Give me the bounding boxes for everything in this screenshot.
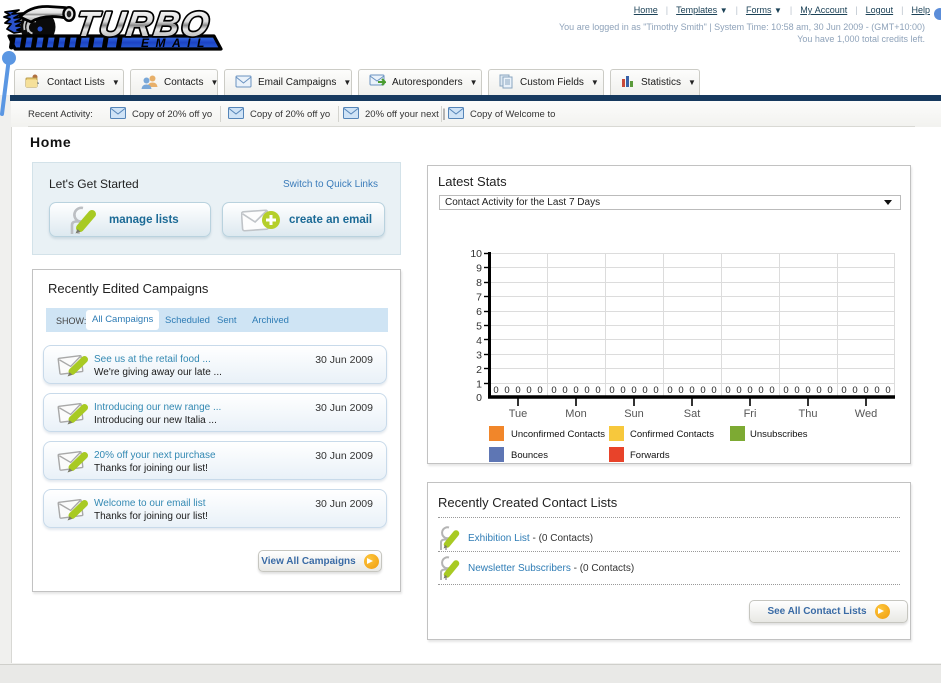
svg-text:5: 5 bbox=[476, 321, 482, 333]
svg-text:0: 0 bbox=[526, 385, 531, 396]
svg-text:8: 8 bbox=[476, 277, 482, 289]
svg-text:0: 0 bbox=[537, 385, 542, 396]
svg-text:TURBO: TURBO bbox=[74, 5, 214, 44]
svg-text:Thu: Thu bbox=[799, 408, 818, 420]
svg-text:Wed: Wed bbox=[855, 408, 877, 420]
svg-text:3: 3 bbox=[476, 350, 482, 362]
svg-text:Tue: Tue bbox=[509, 408, 528, 420]
svg-text:0: 0 bbox=[493, 385, 498, 396]
svg-text:9: 9 bbox=[476, 263, 482, 275]
svg-text:10: 10 bbox=[470, 248, 482, 260]
svg-text:0: 0 bbox=[504, 385, 509, 396]
svg-text:7: 7 bbox=[476, 292, 482, 304]
svg-text:Sat: Sat bbox=[684, 408, 701, 420]
svg-text:0: 0 bbox=[515, 385, 520, 396]
svg-text:2: 2 bbox=[476, 364, 482, 376]
svg-text:Fri: Fri bbox=[744, 408, 757, 420]
svg-text:0: 0 bbox=[476, 392, 482, 404]
svg-text:Mon: Mon bbox=[565, 408, 586, 420]
svg-text:Sun: Sun bbox=[624, 408, 644, 420]
svg-text:6: 6 bbox=[476, 306, 482, 318]
svg-text:4: 4 bbox=[476, 335, 482, 347]
svg-text:1: 1 bbox=[476, 379, 482, 391]
